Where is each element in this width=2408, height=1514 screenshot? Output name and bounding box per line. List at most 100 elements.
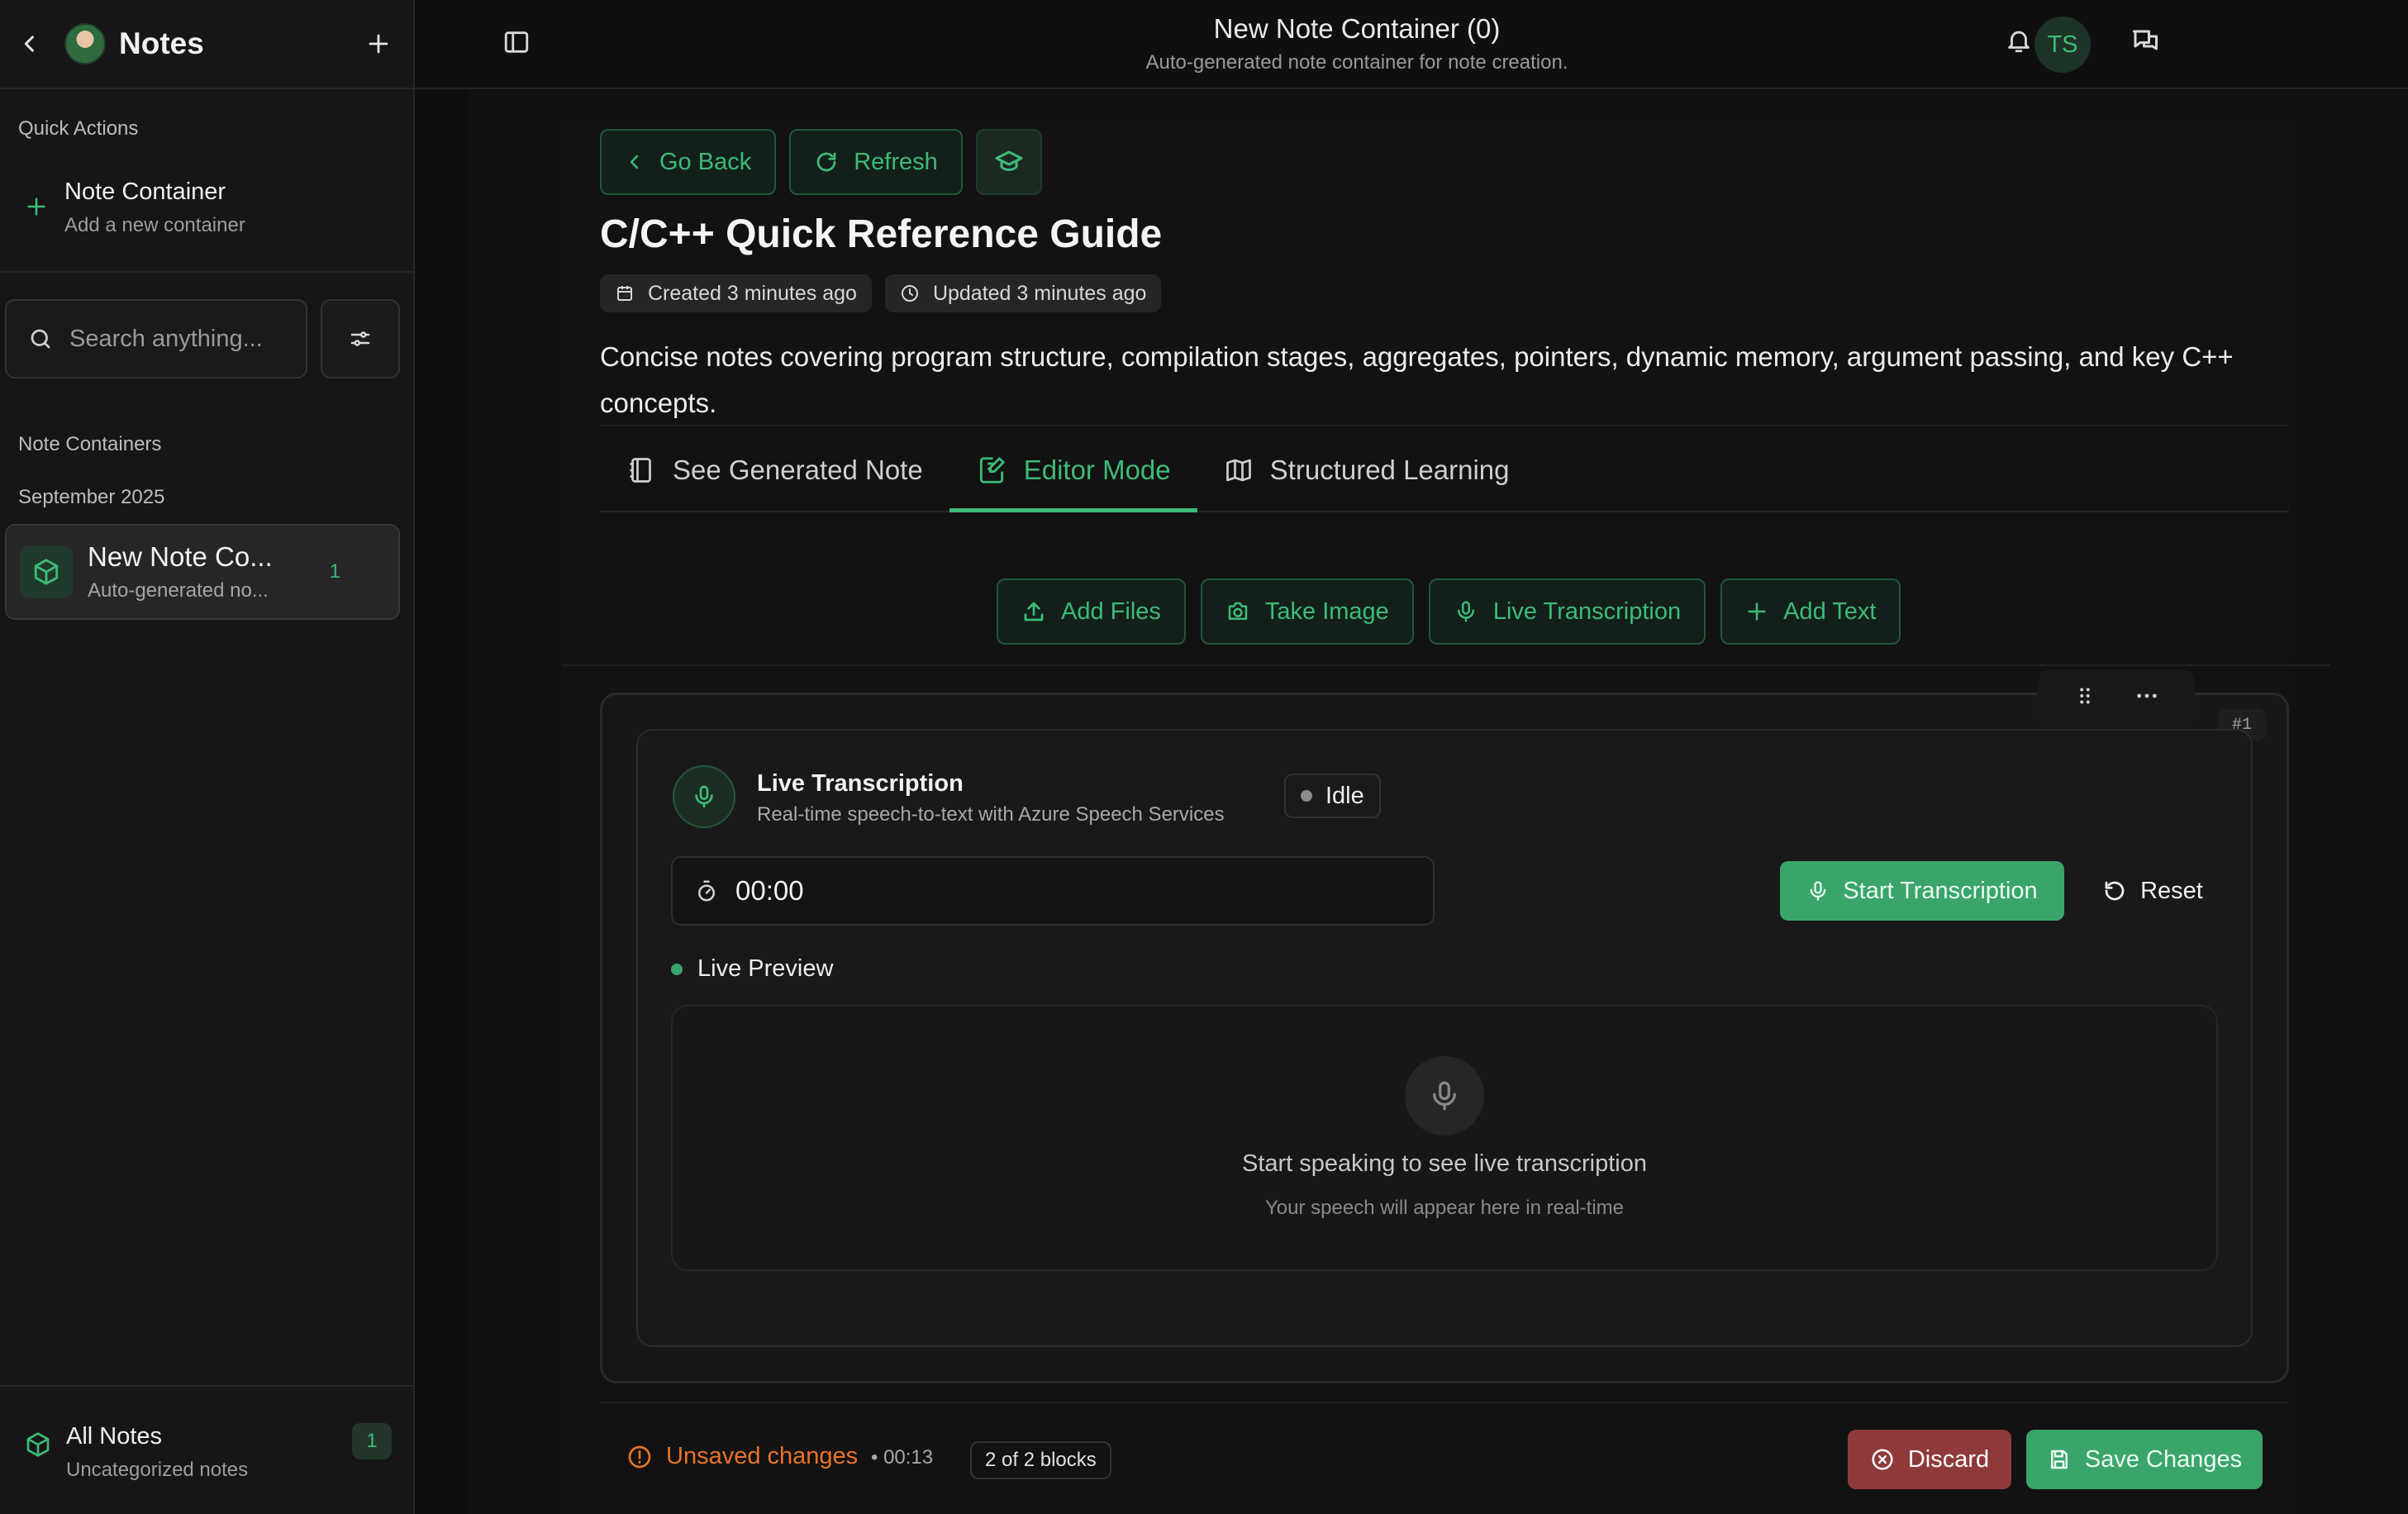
go-back-label: Go Back [659, 148, 752, 175]
discard-button[interactable]: Discard [1848, 1430, 2011, 1489]
tab-label: See Generated Note [673, 455, 923, 485]
take-image-button[interactable]: Take Image [1200, 578, 1414, 645]
all-notes-item[interactable]: All Notes Uncategorized notes 1 [0, 1385, 413, 1514]
container-subtitle: Auto-generated no... [88, 579, 269, 602]
calendar-icon [617, 286, 632, 301]
user-avatar[interactable]: TS [2034, 17, 2091, 73]
cube-icon [25, 1431, 51, 1458]
search-input[interactable] [69, 325, 301, 353]
divider [600, 425, 2289, 426]
add-text-label: Add Text [1783, 598, 1877, 625]
live-dot [671, 963, 683, 975]
transcription-subtitle: Real-time speech-to-text with Azure Spee… [757, 803, 1225, 826]
reset-icon [2105, 881, 2125, 901]
save-changes-button[interactable]: Save Changes [2026, 1430, 2263, 1489]
learn-button[interactable] [975, 129, 1042, 195]
add-text-button[interactable]: Add Text [1720, 578, 1901, 645]
live-transcription-button[interactable]: Live Transcription [1428, 578, 1706, 645]
search-field[interactable] [5, 299, 307, 378]
status-dot [1301, 790, 1312, 802]
stopwatch-icon [698, 880, 715, 902]
back-arrow-icon[interactable] [15, 29, 45, 59]
sidebar-title: Notes [119, 26, 204, 60]
divider [600, 1402, 2289, 1403]
transcription-title: Live Transcription [757, 770, 964, 797]
created-chip: Created 3 minutes ago [600, 274, 872, 312]
x-circle-icon [1872, 1449, 1893, 1470]
microphone-icon [1810, 881, 1826, 901]
quick-action-subtitle: Add a new container [64, 214, 245, 236]
blocks-count-badge: 2 of 2 blocks [970, 1441, 1111, 1479]
sliders-icon [348, 326, 373, 351]
notebook-icon [630, 458, 651, 483]
all-notes-title: All Notes [66, 1423, 163, 1450]
drag-handle-icon[interactable] [2072, 683, 2097, 708]
graduation-cap-icon [995, 150, 1023, 171]
document-meta: Created 3 minutes ago Updated 3 minutes … [600, 274, 1162, 312]
add-files-label: Add Files [1061, 598, 1161, 625]
filter-button[interactable] [321, 299, 400, 378]
unsaved-indicator: Unsaved changes [626, 1443, 858, 1470]
chevron-left-icon [630, 155, 639, 169]
tab-editor-mode[interactable]: Editor Mode [949, 430, 1197, 512]
add-content-actions: Add Files Take Image Live Transcription … [997, 578, 1901, 645]
refresh-icon [816, 152, 836, 172]
microphone-icon [673, 765, 735, 828]
note-container-item[interactable]: New Note Co... Auto-generated no... 1 [5, 524, 400, 620]
mode-tabs: See Generated Note Editor Mode Structure… [600, 430, 2289, 512]
tab-label: Editor Mode [1023, 455, 1171, 485]
sidebar-header: Notes [0, 0, 413, 89]
save-changes-label: Save Changes [2084, 1445, 2243, 1473]
document-toolbar: Go Back Refresh [600, 129, 1042, 195]
avatar[interactable] [64, 23, 106, 64]
document-title: C/C++ Quick Reference Guide [600, 212, 1163, 256]
document-description: Concise notes covering program structure… [600, 341, 2234, 418]
refresh-label: Refresh [854, 148, 938, 175]
start-transcription-button[interactable]: Start Transcription [1780, 861, 2064, 921]
plus-icon [1748, 602, 1766, 621]
more-options-icon[interactable] [2134, 683, 2160, 709]
tab-see-generated-note[interactable]: See Generated Note [600, 430, 949, 511]
new-note-container-action[interactable]: Note Container Add a new container [0, 170, 413, 253]
tab-structured-learning[interactable]: Structured Learning [1197, 430, 1536, 511]
all-notes-count-badge: 1 [352, 1423, 392, 1459]
reset-button[interactable]: Reset [2091, 861, 2215, 921]
save-icon [2050, 1450, 2068, 1469]
live-preview-text: Live Preview [697, 955, 834, 982]
block-toolbar [2038, 669, 2195, 722]
map-icon [1225, 459, 1251, 482]
preview-empty-subtitle: Your speech will appear here in real-tim… [1264, 1197, 1624, 1219]
divider [0, 271, 413, 273]
plus-icon [25, 195, 50, 253]
container-title: New Note Co... [88, 541, 273, 572]
chat-icon[interactable] [2130, 26, 2167, 63]
alert-circle-icon [628, 1445, 651, 1468]
go-back-button[interactable]: Go Back [600, 129, 777, 195]
quick-actions-label: Quick Actions [18, 117, 139, 140]
created-label: Created 3 minutes ago [648, 281, 857, 305]
add-icon[interactable] [362, 27, 395, 60]
reset-label: Reset [2140, 877, 2203, 904]
status-label: Idle [1325, 782, 1364, 809]
edit-icon [979, 457, 1005, 483]
search-icon [28, 326, 53, 351]
microphone-icon [1457, 601, 1474, 622]
live-preview-label: Live Preview [671, 955, 833, 983]
preview-empty-title: Start speaking to see live transcription [1241, 1150, 1648, 1177]
elapsed-time: • 00:13 [871, 1446, 934, 1469]
tab-label: Structured Learning [1269, 455, 1510, 485]
clock-icon [901, 285, 918, 302]
live-transcription-label: Live Transcription [1492, 598, 1682, 625]
camera-icon [1228, 602, 1248, 620]
quick-action-title: Note Container [64, 179, 226, 205]
start-transcription-label: Start Transcription [1843, 877, 2038, 904]
add-files-button[interactable]: Add Files [997, 578, 1186, 645]
month-label: September 2025 [18, 486, 165, 508]
live-preview-area [671, 1005, 2218, 1271]
timer-display: 00:00 [671, 856, 1435, 926]
refresh-button[interactable]: Refresh [789, 129, 963, 195]
sidebar: Notes Quick Actions Note Container Add a… [0, 0, 415, 1514]
upload-icon [1024, 602, 1044, 621]
take-image-label: Take Image [1264, 598, 1389, 625]
timer-value: 00:00 [735, 875, 804, 906]
